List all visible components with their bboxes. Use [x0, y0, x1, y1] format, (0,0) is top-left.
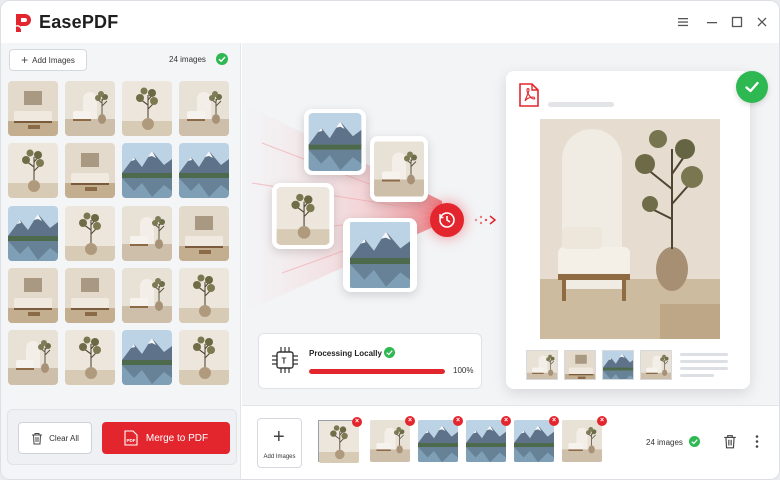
image-thumbnail[interactable]	[122, 330, 172, 385]
left-footer: Clear All PDF Merge to PDF	[7, 409, 237, 465]
remove-icon[interactable]: ×	[597, 416, 607, 426]
processing-title: Processing Locally	[309, 349, 382, 358]
check-circle-icon	[216, 53, 228, 65]
merge-to-pdf-label: Merge to PDF	[145, 432, 209, 444]
hamburger-menu-button[interactable]	[675, 14, 691, 30]
center-preview-area: T Processing Locally 100%	[242, 43, 779, 405]
pdf-text-placeholder	[680, 360, 728, 363]
pdf-page-thumbnail[interactable]	[526, 350, 558, 380]
progress-percent: 100%	[453, 366, 474, 375]
remove-icon[interactable]: ×	[405, 416, 415, 426]
image-thumbnail[interactable]	[122, 81, 172, 136]
easepdf-logo-icon	[15, 14, 31, 32]
image-thumbnail[interactable]	[65, 330, 115, 385]
image-thumbnail[interactable]	[8, 268, 58, 323]
pdf-page-preview	[540, 119, 720, 339]
title-bar: EasePDF	[1, 1, 779, 43]
add-images-label-bottom: Add Images	[263, 454, 296, 460]
plus-icon: +	[21, 53, 29, 67]
app-title: EasePDF	[39, 12, 119, 32]
remove-icon[interactable]: ×	[352, 417, 362, 427]
trash-icon	[32, 432, 43, 444]
add-images-button-bottom[interactable]: + Add Images	[257, 418, 302, 468]
bottom-bar: + Add Images × × × × × × 24 images	[242, 405, 779, 479]
minimize-button[interactable]	[704, 14, 720, 30]
plus-icon: +	[273, 426, 285, 448]
strip-item[interactable]: ×	[418, 416, 463, 462]
image-thumbnail[interactable]	[65, 81, 115, 136]
progress-bar	[309, 369, 445, 374]
more-vertical-icon[interactable]	[754, 434, 760, 449]
image-thumbnail[interactable]	[122, 143, 172, 198]
strip-item[interactable]: ×	[466, 416, 511, 462]
check-icon	[745, 81, 759, 93]
hamburger-icon	[678, 18, 688, 27]
progress-bar-fill	[309, 369, 445, 374]
image-count: 24 images	[169, 55, 206, 64]
completed-badge	[736, 71, 768, 103]
image-thumbnail[interactable]	[122, 268, 172, 323]
pdf-file-icon: PDF	[124, 430, 138, 446]
cpu-chip-icon: T	[272, 347, 298, 373]
maximize-icon	[731, 16, 743, 28]
image-thumbnail[interactable]	[8, 81, 58, 136]
app-window: EasePDF + Add Images 24 images Clear All…	[0, 0, 780, 480]
strip-item[interactable]: ×	[514, 416, 559, 462]
strip-item[interactable]: ×	[318, 417, 362, 462]
pdf-page-thumbnail[interactable]	[640, 350, 672, 380]
add-images-label: Add Images	[32, 55, 75, 65]
image-thumbnail[interactable]	[179, 268, 229, 323]
arrow-dots-icon	[474, 215, 497, 225]
remove-icon[interactable]: ×	[453, 416, 463, 426]
remove-icon[interactable]: ×	[549, 416, 559, 426]
floating-image-tree	[272, 183, 334, 249]
pdf-page-thumbnail[interactable]	[602, 350, 634, 380]
left-panel: + Add Images 24 images Clear All PDF Mer…	[1, 43, 241, 479]
pdf-text-placeholder	[680, 374, 714, 377]
image-thumbnail[interactable]	[179, 143, 229, 198]
floating-image-mountain-2	[343, 218, 417, 292]
check-circle-icon	[384, 347, 395, 358]
image-thumbnail[interactable]	[8, 143, 58, 198]
pdf-file-icon	[519, 83, 539, 107]
svg-text:T: T	[282, 357, 287, 366]
image-thumbnail[interactable]	[65, 143, 115, 198]
minimize-icon	[707, 22, 717, 24]
maximize-button[interactable]	[729, 14, 745, 30]
image-thumbnail[interactable]	[122, 206, 172, 261]
trash-icon[interactable]	[723, 434, 737, 449]
clear-all-button[interactable]: Clear All	[18, 422, 92, 454]
floating-image-mountain-1	[304, 109, 366, 175]
processing-card: T Processing Locally 100%	[258, 333, 482, 389]
pdf-text-placeholder	[680, 353, 728, 356]
close-button[interactable]	[754, 14, 770, 30]
merge-to-pdf-button[interactable]: PDF Merge to PDF	[102, 422, 230, 454]
add-images-button[interactable]: + Add Images	[9, 49, 87, 71]
image-count-bottom: 24 images	[646, 438, 683, 447]
clear-all-label: Clear All	[49, 433, 79, 443]
pdf-preview-card	[506, 71, 750, 389]
pdf-text-placeholder	[680, 367, 728, 370]
floating-image-room	[370, 136, 428, 202]
image-thumbnail[interactable]	[179, 206, 229, 261]
strip-item[interactable]: ×	[370, 416, 415, 462]
svg-text:PDF: PDF	[126, 438, 135, 443]
clock-icon	[439, 212, 455, 228]
processing-clock	[430, 203, 464, 237]
image-thumbnail[interactable]	[65, 268, 115, 323]
check-circle-icon	[689, 436, 700, 447]
image-thumbnail[interactable]	[179, 81, 229, 136]
close-icon	[757, 17, 767, 27]
image-thumbnail[interactable]	[8, 330, 58, 385]
strip-item[interactable]: ×	[562, 416, 607, 462]
remove-icon[interactable]: ×	[501, 416, 511, 426]
image-thumbnail[interactable]	[179, 330, 229, 385]
image-thumbnail[interactable]	[8, 206, 58, 261]
pdf-page-thumbnail[interactable]	[564, 350, 596, 380]
image-thumbnail[interactable]	[65, 206, 115, 261]
pdf-header-placeholder	[548, 102, 614, 107]
